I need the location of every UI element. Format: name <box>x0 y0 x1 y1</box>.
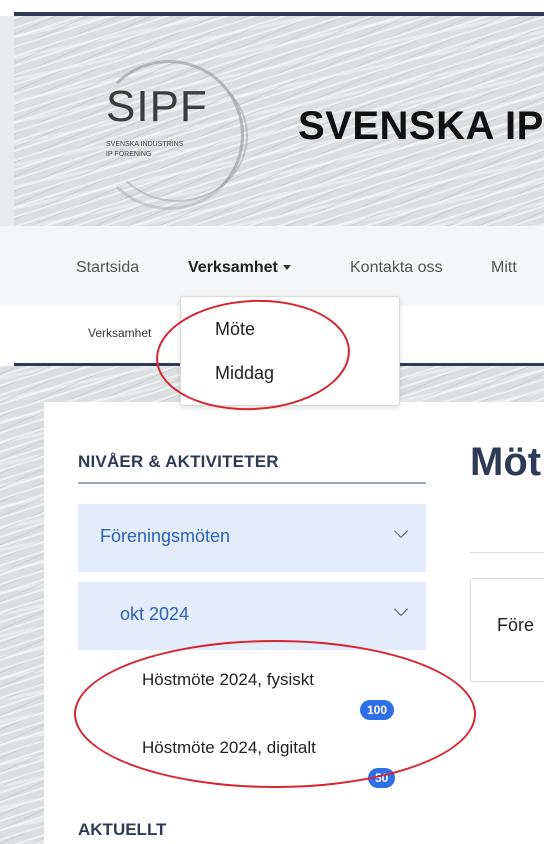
event-link-fysiskt[interactable]: Höstmöte 2024, fysiskt <box>142 670 314 690</box>
logo-subtitle-line-1: SVENSKA INDUSTRINS <box>106 141 184 148</box>
event-link-digitalt[interactable]: Höstmöte 2024, digitalt <box>142 738 316 758</box>
chevron-down-icon <box>393 601 409 617</box>
site-header: SIPF SVENSKA INDUSTRINS IP FÖRENING SVEN… <box>14 16 544 226</box>
logo-subtitle-line-2: IP FÖRENING <box>106 151 152 158</box>
nav-item-verksamhet[interactable]: Verksamhet <box>188 259 291 277</box>
count-badge: 100 <box>360 700 395 720</box>
page-title: Möt <box>470 440 542 484</box>
site-title: SVENSKA IP <box>298 104 544 148</box>
logo-subtitle: SVENSKA INDUSTRINS IP FÖRENING <box>106 140 216 160</box>
top-bar <box>0 0 544 16</box>
accordion-label: okt 2024 <box>120 604 190 624</box>
breadcrumb[interactable]: Verksamhet <box>88 326 151 340</box>
content-card-text: Före <box>497 615 535 635</box>
count-badge: 50 <box>368 768 396 788</box>
sidebar-divider <box>78 482 426 484</box>
accordion-label: Föreningsmöten <box>100 526 231 546</box>
title-divider <box>470 552 544 553</box>
main-nav: Startsida Verksamhet Kontakta oss Mitt <box>0 226 544 306</box>
nav-item-mitt[interactable]: Mitt <box>491 259 517 277</box>
nav-item-kontakta-oss[interactable]: Kontakta oss <box>350 259 443 277</box>
content-card[interactable]: Före <box>470 578 544 682</box>
caret-down-icon <box>282 265 291 271</box>
chevron-down-icon <box>393 523 409 539</box>
accordion-foreningsmoten[interactable]: Föreningsmöten <box>78 504 426 572</box>
nav-item-verksamhet-label: Verksamhet <box>188 259 278 276</box>
content-container: NIVÅER & AKTIVITETER Föreningsmöten okt … <box>44 402 544 844</box>
logo-text: SIPF <box>106 82 208 131</box>
verksamhet-dropdown-menu: Möte Middag <box>180 296 400 406</box>
nav-item-startsida[interactable]: Startsida <box>76 259 139 277</box>
dropdown-item-middag[interactable]: Middag <box>215 363 274 384</box>
accordion-okt-2024[interactable]: okt 2024 <box>78 582 426 650</box>
dropdown-item-mote[interactable]: Möte <box>215 319 255 340</box>
aktuellt-heading: AKTUELLT <box>78 820 167 839</box>
sipf-logo[interactable]: SIPF SVENSKA INDUSTRINS IP FÖRENING <box>94 60 264 210</box>
sidebar-heading: NIVÅER & AKTIVITETER <box>78 452 279 471</box>
